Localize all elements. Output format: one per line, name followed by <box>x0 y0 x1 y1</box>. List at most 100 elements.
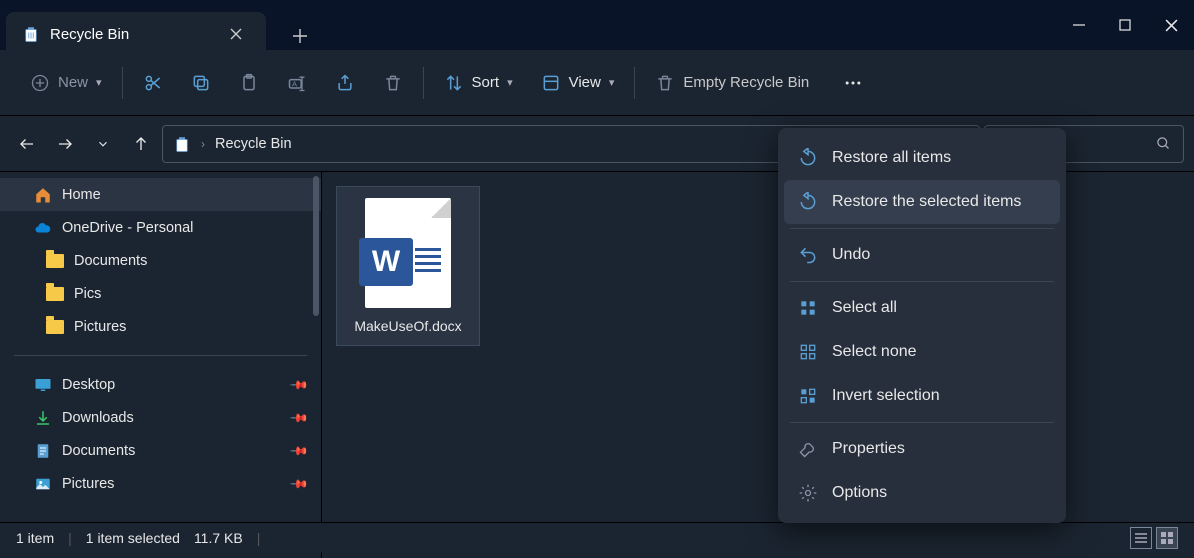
sort-button[interactable]: Sort ▾ <box>436 63 521 103</box>
copy-button[interactable] <box>183 63 219 103</box>
maximize-button[interactable] <box>1102 0 1148 50</box>
paste-button[interactable] <box>231 63 267 103</box>
sidebar-label: Pictures <box>74 319 126 335</box>
menu-restore-selected[interactable]: Restore the selected items <box>784 180 1060 224</box>
cut-button[interactable] <box>135 63 171 103</box>
menu-properties[interactable]: Properties <box>784 427 1060 471</box>
ellipsis-icon <box>843 73 863 93</box>
sidebar-item-documents[interactable]: Documents <box>0 244 321 277</box>
arrow-up-icon <box>132 135 150 153</box>
status-selected: 1 item selected <box>86 530 180 546</box>
view-button[interactable]: View ▾ <box>533 63 623 103</box>
details-view-button[interactable] <box>1130 527 1152 549</box>
menu-label: Select none <box>832 343 917 361</box>
empty-label: Empty Recycle Bin <box>683 74 809 91</box>
minimize-icon <box>1073 19 1085 31</box>
close-window-button[interactable] <box>1148 0 1194 50</box>
forward-button[interactable] <box>48 127 82 161</box>
sidebar-item-pics[interactable]: Pics <box>0 277 321 310</box>
sidebar-item-documents2[interactable]: Documents📌 <box>0 434 321 467</box>
status-count: 1 item <box>16 530 54 546</box>
chevron-down-icon: ▾ <box>507 76 513 89</box>
minimize-button[interactable] <box>1056 0 1102 50</box>
delete-button[interactable] <box>375 63 411 103</box>
chevron-down-icon <box>96 137 110 151</box>
share-button[interactable] <box>327 63 363 103</box>
sidebar-item-downloads[interactable]: Downloads 📌 <box>0 401 321 434</box>
menu-select-none[interactable]: Select none <box>784 330 1060 374</box>
menu-restore-all[interactable]: Restore all items <box>784 136 1060 180</box>
new-label: New <box>58 74 88 91</box>
back-button[interactable] <box>10 127 44 161</box>
sort-icon <box>444 73 464 93</box>
gear-icon <box>798 483 818 503</box>
file-name: MakeUseOf.docx <box>354 318 461 334</box>
breadcrumb-separator: › <box>201 137 205 151</box>
menu-undo[interactable]: Undo <box>784 233 1060 277</box>
toolbar-divider <box>423 67 424 99</box>
rename-button[interactable]: A <box>279 63 315 103</box>
menu-separator <box>790 422 1054 423</box>
recycle-bin-icon <box>22 25 40 43</box>
tab-close-button[interactable] <box>222 20 250 48</box>
more-button[interactable] <box>835 63 871 103</box>
trash-icon <box>383 73 403 93</box>
sidebar-item-onedrive[interactable]: OneDrive - Personal <box>0 211 321 244</box>
sidebar-label: Pics <box>74 286 101 302</box>
sidebar-item-home[interactable]: Home <box>0 178 321 211</box>
context-menu: Restore all items Restore the selected i… <box>778 128 1066 523</box>
sidebar-label: Downloads <box>62 410 134 426</box>
breadcrumb-location[interactable]: Recycle Bin <box>215 136 292 152</box>
status-separator: | <box>257 530 261 546</box>
sidebar-item-desktop[interactable]: Desktop📌 <box>0 368 321 401</box>
sidebar-separator <box>14 355 307 356</box>
restore-icon <box>798 148 818 168</box>
arrow-left-icon <box>18 135 36 153</box>
menu-invert-selection[interactable]: Invert selection <box>784 374 1060 418</box>
select-none-icon <box>798 342 818 362</box>
toolbar: New ▾ A Sort ▾ View ▾ Empty Recycle Bin <box>0 50 1194 116</box>
menu-options[interactable]: Options <box>784 471 1060 515</box>
thumbnails-view-button[interactable] <box>1156 527 1178 549</box>
sidebar-item-pictures2[interactable]: Pictures📌 <box>0 467 321 500</box>
word-file-icon: W <box>365 198 451 308</box>
tab-strip: Recycle Bin <box>0 0 1056 50</box>
menu-separator <box>790 228 1054 229</box>
sidebar-item-pictures[interactable]: Pictures <box>0 310 321 343</box>
up-button[interactable] <box>124 127 158 161</box>
tab-recycle-bin[interactable]: Recycle Bin <box>6 12 266 56</box>
home-icon <box>34 186 52 204</box>
recent-button[interactable] <box>86 127 120 161</box>
trash-icon <box>655 73 675 93</box>
invert-icon <box>798 386 818 406</box>
chevron-down-icon: ▾ <box>96 76 102 89</box>
file-item[interactable]: W MakeUseOf.docx <box>336 186 480 346</box>
sidebar-label: Documents <box>62 443 135 459</box>
new-tab-button[interactable] <box>280 16 320 56</box>
word-badge: W <box>359 238 413 286</box>
empty-recycle-bin-button[interactable]: Empty Recycle Bin <box>647 63 817 103</box>
scrollbar-thumb[interactable] <box>313 176 319 316</box>
menu-select-all[interactable]: Select all <box>784 286 1060 330</box>
clipboard-icon <box>239 73 259 93</box>
chevron-down-icon: ▾ <box>609 76 615 89</box>
new-button[interactable]: New ▾ <box>22 63 110 103</box>
word-lines <box>415 248 441 272</box>
sidebar-label: Documents <box>74 253 147 269</box>
search-icon <box>1156 136 1171 151</box>
window-controls <box>1056 0 1194 50</box>
sort-label: Sort <box>472 74 500 91</box>
sidebar-label: Pictures <box>62 476 114 492</box>
toolbar-divider <box>122 67 123 99</box>
menu-label: Invert selection <box>832 387 940 405</box>
menu-label: Restore the selected items <box>832 193 1021 211</box>
sidebar-label: Desktop <box>62 377 115 393</box>
tab-title: Recycle Bin <box>50 26 129 43</box>
list-icon <box>1135 532 1147 544</box>
restore-icon <box>798 192 818 212</box>
menu-label: Undo <box>832 246 870 264</box>
folder-icon <box>46 320 64 334</box>
pin-icon: 📌 <box>289 407 309 427</box>
desktop-icon <box>34 376 52 394</box>
document-icon <box>34 442 52 460</box>
